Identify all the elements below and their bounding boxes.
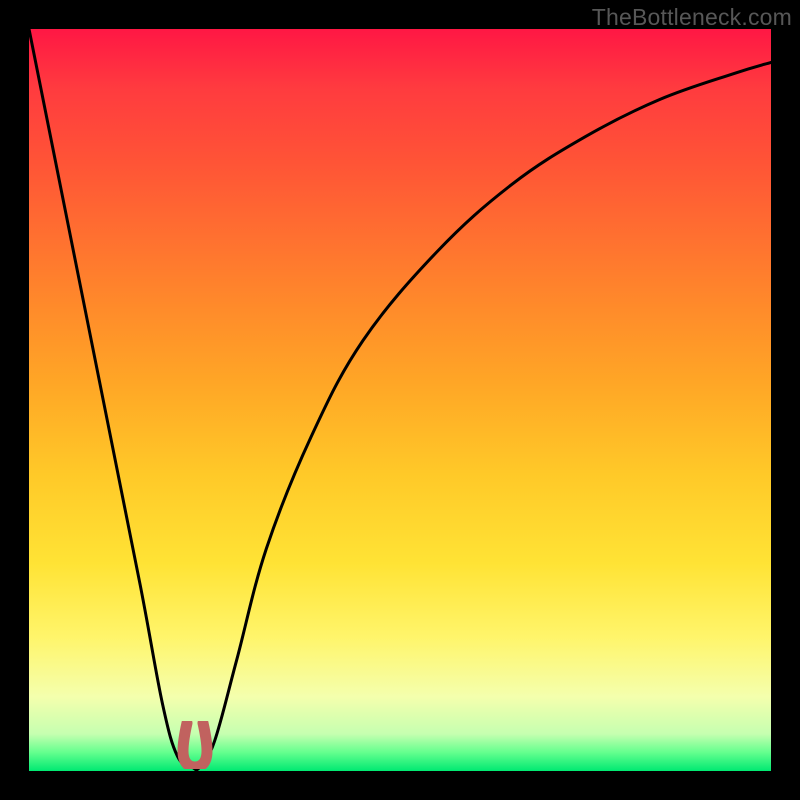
watermark-text: TheBottleneck.com bbox=[592, 4, 792, 31]
chart-plot-area bbox=[29, 29, 771, 771]
bottleneck-curve bbox=[29, 29, 771, 771]
curve-line bbox=[29, 29, 771, 770]
